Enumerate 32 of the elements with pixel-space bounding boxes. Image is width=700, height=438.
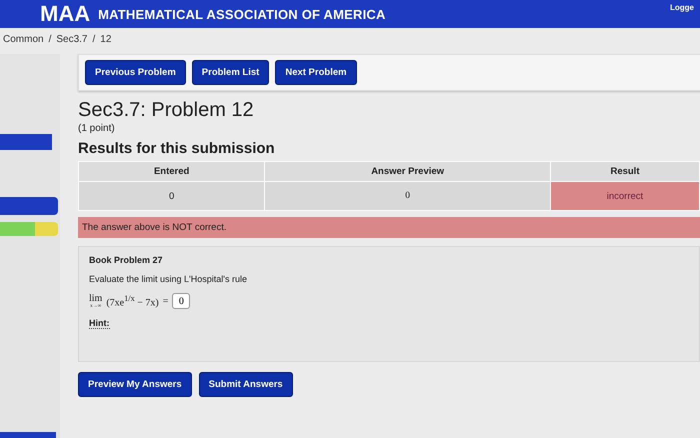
organization-title: MATHEMATICAL ASSOCIATION OF AMERICA (98, 6, 386, 22)
result-cell: incorrect (550, 182, 700, 210)
column-header: Answer Preview (264, 162, 550, 182)
sidebar-bar (0, 134, 52, 150)
sidebar-bar (0, 197, 58, 215)
answer-field[interactable]: 0 (172, 293, 190, 309)
column-header: Result (550, 162, 700, 182)
breadcrumb-separator: / (48, 34, 52, 47)
problem-text: Evaluate the limit using L'Hospital's rule (89, 274, 248, 284)
login-status: Logge (670, 3, 694, 12)
breadcrumb-item[interactable]: 12 (100, 34, 112, 48)
problem-title: Sec3.7: Problem 12 (78, 99, 255, 122)
breadcrumb-item[interactable]: Sec3.7 (56, 34, 88, 48)
table-cell: 0 (78, 182, 265, 210)
logo-text: MAA (40, 2, 90, 26)
submit-button[interactable]: Submit Answers (198, 372, 293, 397)
breadcrumb-separator: / (92, 34, 96, 47)
limit-operator: lim (89, 294, 102, 304)
breadcrumb-item[interactable]: Common (3, 34, 44, 48)
table-cell: 0 (264, 182, 550, 210)
nav-button[interactable]: Next Problem (275, 60, 357, 85)
result-message: The answer above is NOT correct. (78, 217, 700, 238)
results-heading: Results for this submission (78, 140, 276, 157)
submit-button[interactable]: Preview My Answers (78, 372, 192, 397)
equals-sign: = (162, 296, 168, 306)
nav-button[interactable]: Problem List (192, 60, 270, 85)
problem-label: Book Problem 27 (89, 255, 163, 265)
nav-button[interactable]: Previous Problem (85, 60, 186, 85)
hint-link[interactable]: Hint: (89, 318, 110, 329)
points-label: (1 point) (78, 123, 116, 134)
column-header: Entered (78, 162, 265, 182)
limit-expression: (7xe$^{1/x}$ − 7x) (106, 294, 159, 308)
